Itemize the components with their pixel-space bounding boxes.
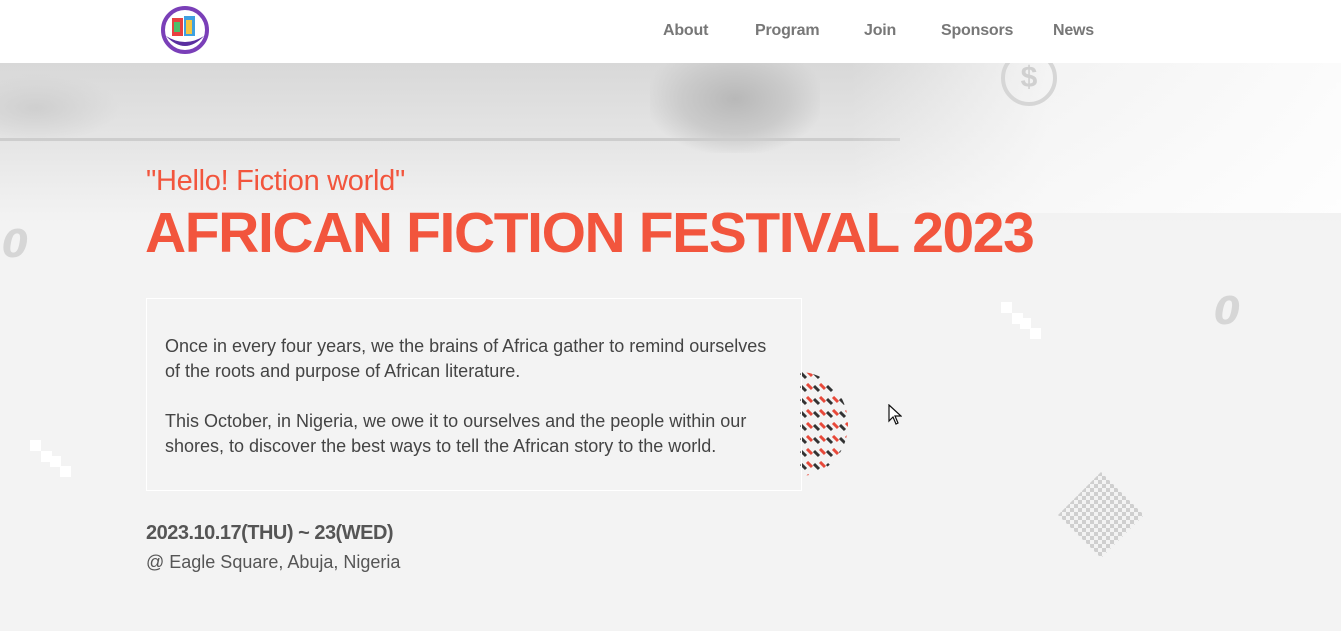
mouse-cursor-icon [888,404,902,425]
checker-diamond-decoration-icon [1058,472,1144,558]
description-paragraph: Once in every four years, we the brains … [165,336,767,381]
pattern-circle-decoration-icon [800,372,848,476]
event-venue: @ Eagle Square, Abuja, Nigeria [146,552,401,572]
hero-tagline: "Hello! Fiction world" [146,165,405,197]
description-paragraph: This October, in Nigeria, we owe it to o… [165,411,747,456]
nav-news[interactable]: News [1053,22,1094,40]
site-header: About Program Join Sponsors News [0,0,1341,63]
nav-program[interactable]: Program [755,22,820,40]
hero-background-photo [0,63,1341,223]
main-nav: About Program Join Sponsors News [0,0,1341,63]
zero-decoration-icon: 0 [1214,289,1241,333]
page-title: AFRICAN FICTION FESTIVAL 2023 [145,201,1035,265]
nav-sponsors[interactable]: Sponsors [941,22,1013,40]
zero-decoration-icon: 0 [2,222,29,266]
nav-join[interactable]: Join [864,22,896,40]
description-box: Once in every four years, we the brains … [146,298,802,491]
nav-about[interactable]: About [663,22,708,40]
event-date: 2023.10.17(THU) ~ 23(WED) [146,522,394,544]
